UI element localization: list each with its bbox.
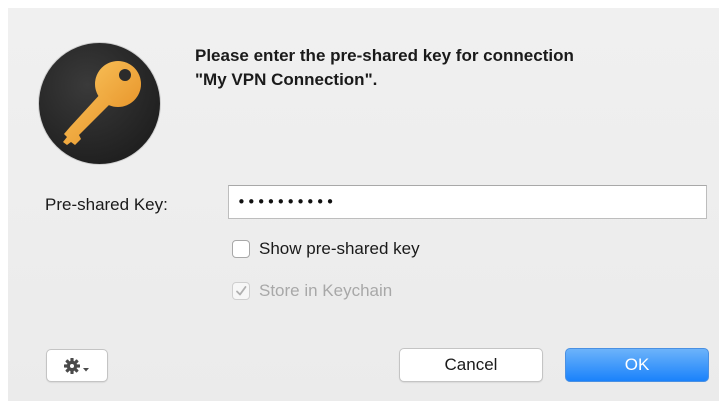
- vpn-key-dialog: Please enter the pre-shared key for conn…: [8, 8, 719, 401]
- message-line-1: Please enter the pre-shared key for conn…: [195, 46, 574, 65]
- checkmark-icon: [236, 286, 247, 296]
- dialog-message: Please enter the pre-shared key for conn…: [195, 44, 705, 92]
- pre-shared-key-label: Pre-shared Key:: [45, 195, 168, 214]
- gear-menu-button[interactable]: [46, 349, 108, 382]
- ok-button[interactable]: OK: [565, 348, 709, 382]
- cancel-button[interactable]: Cancel: [399, 348, 543, 382]
- gear-icon: [64, 357, 89, 374]
- chevron-down-icon: [83, 367, 89, 371]
- message-line-2: "My VPN Connection".: [195, 70, 378, 89]
- pre-shared-key-field[interactable]: [228, 185, 707, 219]
- key-icon: [37, 41, 162, 166]
- store-keychain-label: Store in Keychain: [259, 281, 393, 300]
- store-keychain-checkbox: [232, 282, 250, 300]
- show-key-label: Show pre-shared key: [259, 239, 420, 258]
- show-key-checkbox[interactable]: [232, 240, 250, 258]
- show-key-option[interactable]: Show pre-shared key: [232, 239, 420, 259]
- store-keychain-option: Store in Keychain: [232, 281, 392, 301]
